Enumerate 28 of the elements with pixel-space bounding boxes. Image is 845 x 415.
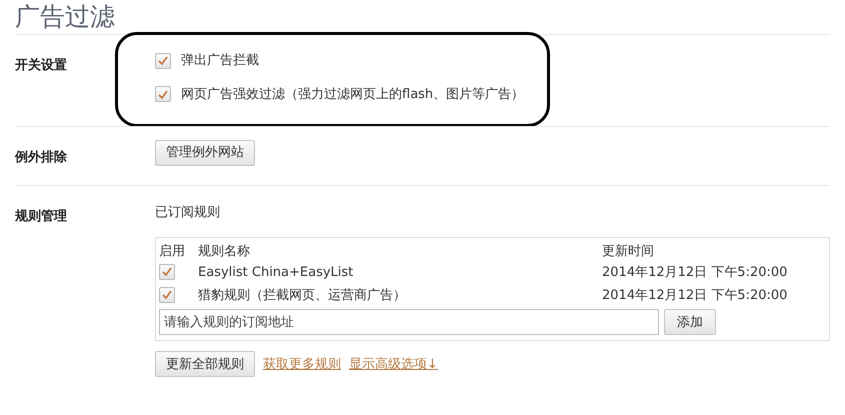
manage-exceptions-button[interactable]: 管理例外网站 xyxy=(155,140,255,166)
subtitle: 已订阅规则 xyxy=(155,204,221,222)
subscription-url-field[interactable]: 请输入规则的订阅地址 xyxy=(159,309,659,336)
section-label: 开关设置 xyxy=(15,58,67,73)
update-all-button[interactable]: 更新全部规则 xyxy=(155,351,255,378)
checkbox[interactable] xyxy=(155,52,171,69)
update-time: 2014年12月12日 下午5:20:00 xyxy=(602,264,788,282)
column-header: 规则名称 xyxy=(198,242,251,260)
link[interactable]: 显示高级选项↓ xyxy=(349,354,438,374)
update-time: 2014年12月12日 下午5:20:00 xyxy=(602,287,788,305)
option-label: 网页广告强效过滤（强力过滤网页上的flash、图片等广告） xyxy=(181,86,524,104)
rule-name: Easylist China+EasyList xyxy=(198,264,354,282)
section-label: 例外排除 xyxy=(15,150,67,165)
rule-name: 猎豹规则（拦截网页、运营商广告） xyxy=(198,287,407,305)
checkmark-icon xyxy=(158,90,168,99)
add-button[interactable]: 添加 xyxy=(664,309,716,336)
column-header: 启用 xyxy=(159,242,186,260)
checkbox[interactable] xyxy=(155,86,171,102)
checkmark-icon xyxy=(162,290,172,299)
checkmark-icon xyxy=(158,56,168,66)
checkmark-icon xyxy=(162,267,172,276)
checkbox[interactable] xyxy=(159,264,175,280)
link[interactable]: 获取更多规则 xyxy=(263,354,341,374)
page-title: 广告过滤 xyxy=(15,1,116,33)
column-header: 更新时间 xyxy=(602,242,654,260)
checkbox[interactable] xyxy=(159,286,175,302)
option-label: 弹出广告拦截 xyxy=(181,52,259,70)
section-label: 规则管理 xyxy=(15,208,67,224)
